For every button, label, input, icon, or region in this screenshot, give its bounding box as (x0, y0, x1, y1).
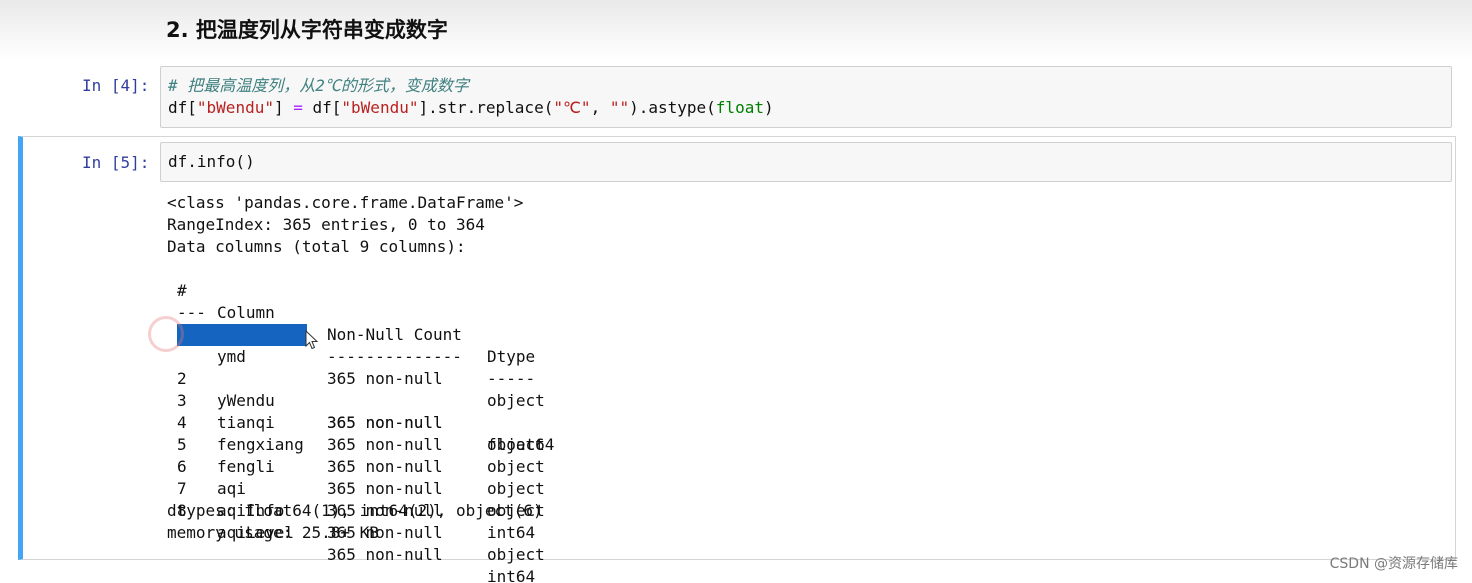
code-token: df[ (168, 98, 197, 117)
code-token: ) (763, 98, 774, 117)
markdown-heading: 2. 把温度列从字符串变成数字 (166, 18, 448, 42)
table-row-selected[interactable]: 1 bWendu 365 non-null float64 (167, 324, 554, 454)
table-row: 6 aqi 365 non-null int64 (167, 434, 543, 542)
table-row: 0 ymd 365 non-null object (167, 302, 545, 410)
row-dtype: int64 (487, 523, 536, 542)
code-token: , (590, 98, 610, 117)
code-string: "" (609, 98, 630, 117)
cell4-prompt: In [4]: (82, 76, 150, 95)
mouse-pointer-icon (305, 330, 319, 350)
code-token: ].str.replace( (418, 98, 554, 117)
code-token: ] (273, 98, 294, 117)
table-row: 4 fengxiang 365 non-null object (167, 390, 545, 498)
code-builtin: float (715, 98, 764, 117)
row-nonnull: 365 non-null (327, 545, 443, 564)
table-row: 3 tianqi 365 non-null object (167, 368, 545, 476)
output-line: RangeIndex: 365 entries, 0 to 364 (167, 215, 485, 234)
table-row: 7 aqiInfo 365 non-null object (167, 456, 545, 564)
cell5-input[interactable]: df.info() (160, 142, 1452, 182)
cell4-comment: # 把最高温度列，从2℃的形式，变成数字 (168, 76, 469, 95)
columns-header-row: # Column Non-Null Count Dtype (167, 258, 543, 366)
code-operator: = (293, 98, 303, 117)
row-dtype: object (487, 501, 545, 520)
code-token: df[ (302, 98, 342, 117)
code-string: "bWendu" (196, 98, 274, 117)
output-line: Data columns (total 9 columns): (167, 237, 466, 256)
row-nonnull: 365 non-null (327, 523, 443, 542)
code-string: "bWendu" (341, 98, 419, 117)
table-row: 5 fengli 365 non-null object (167, 412, 545, 520)
text-selection-highlight (177, 324, 307, 346)
table-row: 8 aqiLevel 365 non-null int64 (167, 478, 543, 583)
code-token: ).astype( (629, 98, 716, 117)
row-dtype: int64 (487, 567, 536, 583)
cell5-prompt: In [5]: (82, 153, 150, 172)
cell5-output: <class 'pandas.core.frame.DataFrame'> Ra… (167, 192, 554, 583)
row-nonnull: 365 non-null (327, 501, 443, 520)
row-column: aqiLevel (217, 523, 295, 542)
cell5-code: df.info() (168, 152, 255, 171)
cell4-input[interactable]: # 把最高温度列，从2℃的形式，变成数字 df["bWendu"] = df["… (160, 66, 1452, 128)
row-dtype: object (487, 545, 545, 564)
row-column: aqiInfo (217, 501, 285, 520)
separator-row: --- ------ -------------- ----- (167, 280, 543, 388)
code-string: "℃" (553, 98, 591, 117)
row-idx: 8 (177, 501, 187, 520)
cell4-code: # 把最高温度列，从2℃的形式，变成数字 df["bWendu"] = df["… (168, 75, 774, 119)
notebook-page: 2. 把温度列从字符串变成数字 In [4]: # 把最高温度列，从2℃的形式，… (0, 0, 1472, 583)
output-line: <class 'pandas.core.frame.DataFrame'> (167, 193, 524, 212)
watermark: CSDN @资源存储库 (1329, 556, 1458, 572)
click-ring-icon (148, 316, 184, 352)
table-row: 2 yWendu 365 non-null object (167, 346, 545, 454)
